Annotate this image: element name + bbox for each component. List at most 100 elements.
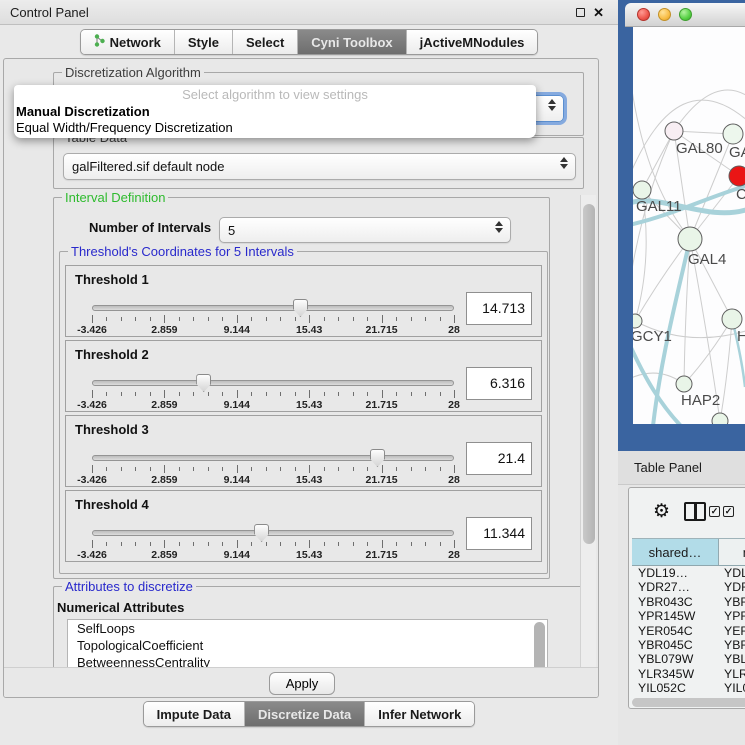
tick-mark xyxy=(295,542,296,546)
threshold-value-field[interactable]: 11.344 xyxy=(466,517,532,550)
apply-button[interactable]: Apply xyxy=(269,672,335,695)
slider-ticks xyxy=(92,390,454,399)
table-horizontal-scrollbar[interactable] xyxy=(632,698,745,707)
zoom-traffic-light[interactable] xyxy=(679,8,692,21)
network-node-b1[interactable] xyxy=(712,413,728,424)
attribute-item[interactable]: SelfLoops xyxy=(68,620,547,637)
tick-mark xyxy=(425,542,426,546)
network-node-h[interactable] xyxy=(722,309,742,329)
tick-mark xyxy=(324,542,325,546)
tick-label: 15.43 xyxy=(296,474,322,486)
table-row[interactable]: YLR345WYLR3 xyxy=(632,667,745,681)
tick-mark xyxy=(237,390,238,398)
tab-jactivemnodules[interactable]: jActiveMNodules xyxy=(407,30,538,54)
tick-label: 15.43 xyxy=(296,399,322,411)
tick-mark xyxy=(440,542,441,546)
network-node-hap2[interactable] xyxy=(676,376,692,392)
table-row[interactable]: YIL052CYIL0 xyxy=(632,681,745,695)
tick-mark xyxy=(222,392,223,396)
table-row[interactable]: YDL19…YDL1 xyxy=(632,566,745,580)
tick-label: 28 xyxy=(448,474,460,486)
network-canvas[interactable]: GAL80GACGAL11GAL4GCY1HHAP2 xyxy=(633,27,745,424)
threshold-value-field[interactable]: 6.316 xyxy=(466,367,532,400)
panel-scrollbar-track[interactable] xyxy=(580,195,596,667)
tick-label: 2.859 xyxy=(151,549,177,561)
tick-label: 15.43 xyxy=(296,324,322,336)
tick-mark xyxy=(208,467,209,471)
popup-item-manual-discretization[interactable]: Manual Discretization xyxy=(14,104,536,120)
tab-infer-network[interactable]: Infer Network xyxy=(365,702,474,726)
checkbox-icon[interactable]: ✓ xyxy=(709,506,720,517)
table-row[interactable]: YDR27…YDR2 xyxy=(632,580,745,594)
threshold-slider[interactable]: -3.4262.8599.14415.4321.71528 xyxy=(92,300,454,336)
checkbox-icon[interactable]: ✓ xyxy=(723,506,734,517)
tab-discretize-data-label: Discretize Data xyxy=(258,707,351,722)
split-columns-icon[interactable] xyxy=(684,502,706,521)
close-icon[interactable]: ✕ xyxy=(593,6,604,19)
node-table: shared… na YDL19…YDL1YDR27…YDR2YBR043CYB… xyxy=(632,538,745,696)
network-node-gal11[interactable] xyxy=(633,181,651,199)
threshold-slider[interactable]: -3.4262.8599.14415.4321.71528 xyxy=(92,450,454,486)
threshold-value-field[interactable]: 14.713 xyxy=(466,292,532,325)
tab-style[interactable]: Style xyxy=(175,30,233,54)
network-node-label: GCY1 xyxy=(633,328,672,345)
tab-select[interactable]: Select xyxy=(233,30,298,54)
tick-label: 21.715 xyxy=(366,549,398,561)
threshold-label: Threshold 1 xyxy=(75,272,149,287)
attribute-item[interactable]: TopologicalCoefficient xyxy=(68,637,547,654)
network-node-ga[interactable] xyxy=(723,124,743,144)
network-node-red[interactable] xyxy=(729,166,745,186)
threshold-slider[interactable]: -3.4262.8599.14415.4321.71528 xyxy=(92,525,454,561)
tick-mark xyxy=(338,467,339,471)
control-panel-titlebar: Control Panel ✕ xyxy=(0,0,618,25)
threshold-label: Threshold 3 xyxy=(75,422,149,437)
tick-mark xyxy=(309,390,310,398)
cell-name: YIL0 xyxy=(719,681,745,695)
gear-icon[interactable]: ⚙ xyxy=(653,500,670,523)
slider-track[interactable] xyxy=(92,455,454,461)
cyni-toolbox-panel: Discretization Algorithm Select algorith… xyxy=(3,58,599,698)
tick-label: 21.715 xyxy=(366,474,398,486)
number-of-intervals-combobox[interactable]: 5 xyxy=(219,217,511,243)
table-row[interactable]: YBR045CYBR0 xyxy=(632,638,745,652)
threshold-value-field[interactable]: 21.4 xyxy=(466,442,532,475)
tick-mark xyxy=(179,317,180,321)
slider-track[interactable] xyxy=(92,305,454,311)
tick-mark xyxy=(295,317,296,321)
close-traffic-light[interactable] xyxy=(637,8,650,21)
panel-scrollbar-thumb[interactable] xyxy=(583,204,595,544)
network-node-gal80[interactable] xyxy=(665,122,683,140)
column-header-shared-name[interactable]: shared… xyxy=(632,539,719,565)
table-data-combobox[interactable]: galFiltered.sif default node xyxy=(63,153,576,180)
table-row[interactable]: YPR145WYPR1 xyxy=(632,609,745,623)
tab-impute-data[interactable]: Impute Data xyxy=(144,702,245,726)
table-row[interactable]: YER054CYER0 xyxy=(632,624,745,638)
threshold-slider[interactable]: -3.4262.8599.14415.4321.71528 xyxy=(92,375,454,411)
cell-shared-name: YBR043C xyxy=(632,595,719,609)
column-header-name[interactable]: na xyxy=(719,539,745,565)
network-node-gcy1[interactable] xyxy=(633,314,642,328)
slider-track[interactable] xyxy=(92,380,454,386)
float-window-icon[interactable] xyxy=(576,8,585,17)
tab-infer-network-label: Infer Network xyxy=(378,707,461,722)
minimize-traffic-light[interactable] xyxy=(658,8,671,21)
tick-mark xyxy=(222,542,223,546)
table-row[interactable]: YBL079WYBL0 xyxy=(632,652,745,666)
tick-mark xyxy=(193,392,194,396)
tick-mark xyxy=(237,465,238,473)
cell-shared-name: YBR045C xyxy=(632,638,719,652)
threshold-label: Threshold 4 xyxy=(75,497,149,512)
tick-mark xyxy=(237,540,238,548)
tick-mark xyxy=(382,315,383,323)
tick-mark xyxy=(454,315,455,323)
tab-discretize-data[interactable]: Discretize Data xyxy=(245,702,365,726)
slider-track[interactable] xyxy=(92,530,454,536)
tick-label: 9.144 xyxy=(224,324,250,336)
tab-network[interactable]: Network xyxy=(81,30,175,54)
table-row[interactable]: YBR043CYBR0 xyxy=(632,595,745,609)
popup-item-equal-width-frequency[interactable]: Equal Width/Frequency Discretization xyxy=(14,120,536,136)
tab-cyni-toolbox[interactable]: Cyni Toolbox xyxy=(298,30,406,54)
tick-label: -3.426 xyxy=(77,399,107,411)
network-node-gal4[interactable] xyxy=(678,227,702,251)
slider-tick-labels: -3.4262.8599.14415.4321.71528 xyxy=(92,324,454,336)
